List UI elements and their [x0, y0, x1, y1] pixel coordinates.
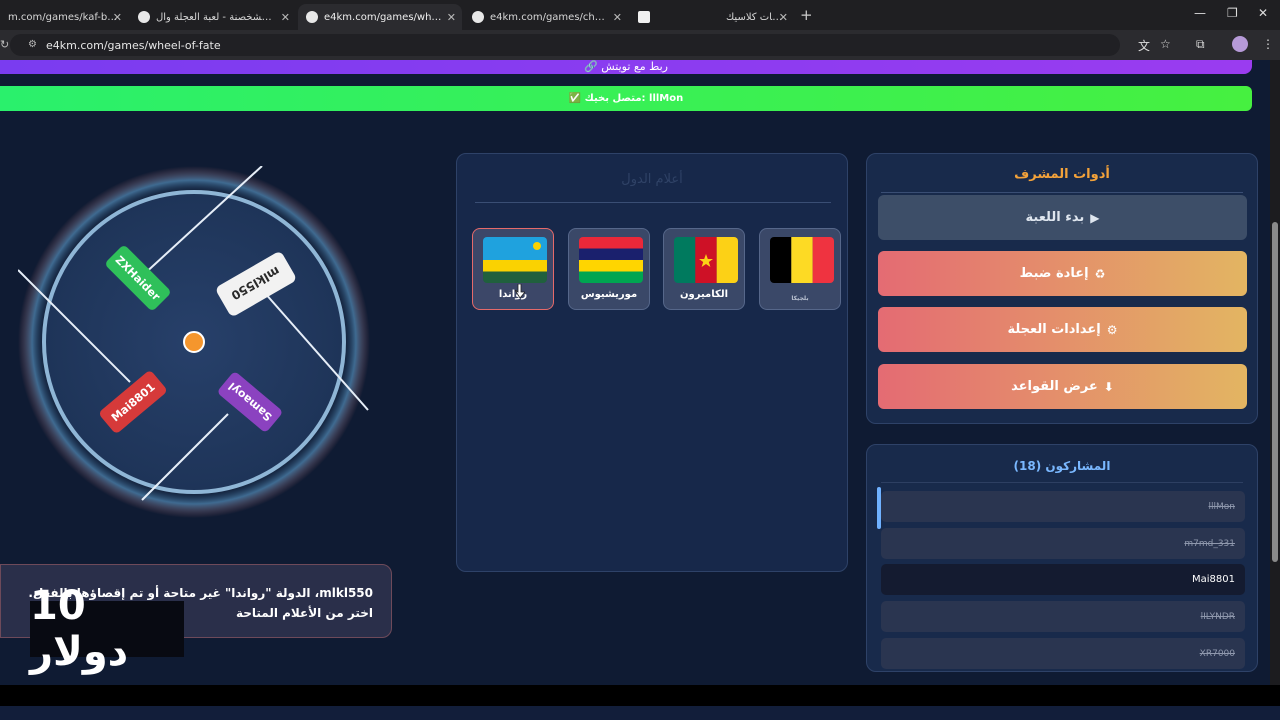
play-icon: ▶	[1090, 210, 1100, 225]
wheel-center-hub	[183, 331, 205, 353]
menu-dots-icon[interactable]: ⋮	[1262, 37, 1274, 51]
flag-card-cameroon[interactable]: الكاميرون	[663, 228, 745, 310]
close-tab-icon[interactable]: ✕	[779, 11, 788, 24]
close-window-icon[interactable]: ✕	[1258, 6, 1268, 20]
twitch-link-banner[interactable]: 🔗 ربط مع تويتش	[0, 60, 1252, 74]
site-icon	[472, 11, 484, 23]
reload-icon[interactable]: ↻	[0, 38, 9, 51]
restore-icon[interactable]: ❐	[1227, 6, 1238, 20]
admin-tools-panel: أدوات المشرف بدء اللعبة ▶ إعادة ضبط ♻ إعدا…	[866, 153, 1258, 424]
divider	[475, 202, 831, 203]
list-scroll-indicator	[877, 487, 881, 529]
browser-toolbar: ↻ ⚙ e4km.com/games/wheel-of-fate	[0, 30, 1280, 60]
admin-panel-title: أدوات المشرف	[1014, 167, 1110, 182]
connection-status-label: ✅ متصل بخيك: lllMon	[568, 93, 684, 104]
mouse-pointer-icon	[515, 284, 525, 298]
stream-overlay-caption: 10 دولار	[30, 583, 184, 675]
close-tab-icon[interactable]: ✕	[113, 11, 122, 24]
extensions-icon[interactable]: ⧉	[1196, 37, 1205, 52]
participant-item[interactable]: XR7000	[881, 638, 1245, 669]
flag-label: الكاميرون	[680, 289, 728, 300]
participant-item[interactable]: m7md_331	[881, 528, 1245, 559]
flags-panel-title: أعلام الدول	[621, 172, 683, 187]
participants-panel: المشاركون (18) lllMon m7md_331 Mai8801 l…	[866, 444, 1258, 672]
site-icon	[306, 11, 318, 23]
start-game-button[interactable]: بدء اللعبة ▶	[878, 195, 1247, 240]
gear-icon: ⚙	[1106, 322, 1118, 337]
close-tab-icon[interactable]: ✕	[613, 11, 622, 24]
flag-label: رواندا	[498, 289, 528, 300]
wheel-settings-button[interactable]: إعدادات العجلة ⚙	[878, 307, 1247, 352]
close-tab-icon[interactable]: ✕	[447, 11, 456, 24]
browser-tab[interactable]: e4km.com/games/choice-chall ✕	[464, 4, 628, 30]
site-icon	[138, 11, 150, 23]
site-info-icon[interactable]: ⚙	[28, 39, 37, 50]
flag-label: موريشيوس	[580, 289, 638, 300]
reset-button[interactable]: إعادة ضبط ♻	[878, 251, 1247, 296]
flags-panel: أعلام الدول رواندا موريشيوس الكاميرون بل…	[456, 153, 848, 572]
flag-label: بلجيكا	[791, 295, 809, 302]
site-icon	[638, 11, 650, 23]
flag-card-rwanda[interactable]: رواندا	[472, 228, 554, 310]
participant-item[interactable]: Mai8801	[881, 564, 1245, 595]
browser-tab[interactable]: كلمات كلاسيك ✕	[630, 4, 794, 30]
flag-card-belgium[interactable]: بلجيكا	[759, 228, 841, 310]
participants-title: المشاركون (18)	[1013, 459, 1111, 473]
belgium-flag-icon	[770, 237, 834, 283]
close-tab-icon[interactable]: ✕	[281, 11, 290, 24]
profile-avatar[interactable]	[1232, 36, 1248, 52]
url-text: e4km.com/games/wheel-of-fate	[46, 38, 221, 52]
scrollbar-thumb[interactable]	[1272, 222, 1278, 562]
show-rules-button[interactable]: عرض القواعد ⬇	[878, 364, 1247, 409]
divider	[881, 192, 1243, 193]
bottom-strip	[0, 706, 1280, 720]
wheel-of-fate[interactable]: ZXHaider mlkl550 Mai8801 Samaoyl	[17, 165, 370, 518]
new-tab-button[interactable]: +	[800, 6, 813, 24]
connection-status-banner: ✅ متصل بخيك: lllMon	[0, 86, 1252, 111]
browser-tab[interactable]: m.com/games/kaf-bekaf ✕	[0, 4, 128, 30]
cameroon-flag-icon	[674, 237, 738, 283]
browser-tab-active[interactable]: e4km.com/games/wheel-of-fat ✕	[298, 4, 462, 30]
minimize-icon[interactable]: —	[1194, 6, 1206, 20]
down-arrow-icon: ⬇	[1103, 379, 1114, 394]
twitch-link-label: 🔗 ربط مع تويتش	[584, 60, 668, 73]
mauritius-flag-icon	[579, 237, 643, 283]
participant-item[interactable]: lllMon	[881, 491, 1245, 522]
translate-icon[interactable]: 文	[1138, 37, 1150, 54]
rwanda-flag-icon	[483, 237, 547, 283]
address-bar[interactable]: ⚙ e4km.com/games/wheel-of-fate	[10, 34, 1120, 56]
browser-tab[interactable]: دوامة الشخصنة - لعبة العجلة وال... ✕	[130, 4, 296, 30]
browser-tab-bar: m.com/games/kaf-bekaf ✕ دوامة الشخصنة - …	[0, 0, 1280, 30]
recycle-icon: ♻	[1094, 266, 1106, 281]
flag-card-mauritius[interactable]: موريشيوس	[568, 228, 650, 310]
participant-item[interactable]: lILYNDR	[881, 601, 1245, 632]
bookmark-star-icon[interactable]: ☆	[1160, 37, 1171, 51]
divider	[881, 482, 1243, 483]
wheel-graphic: ZXHaider mlkl550 Mai8801 Samaoyl	[17, 165, 370, 518]
